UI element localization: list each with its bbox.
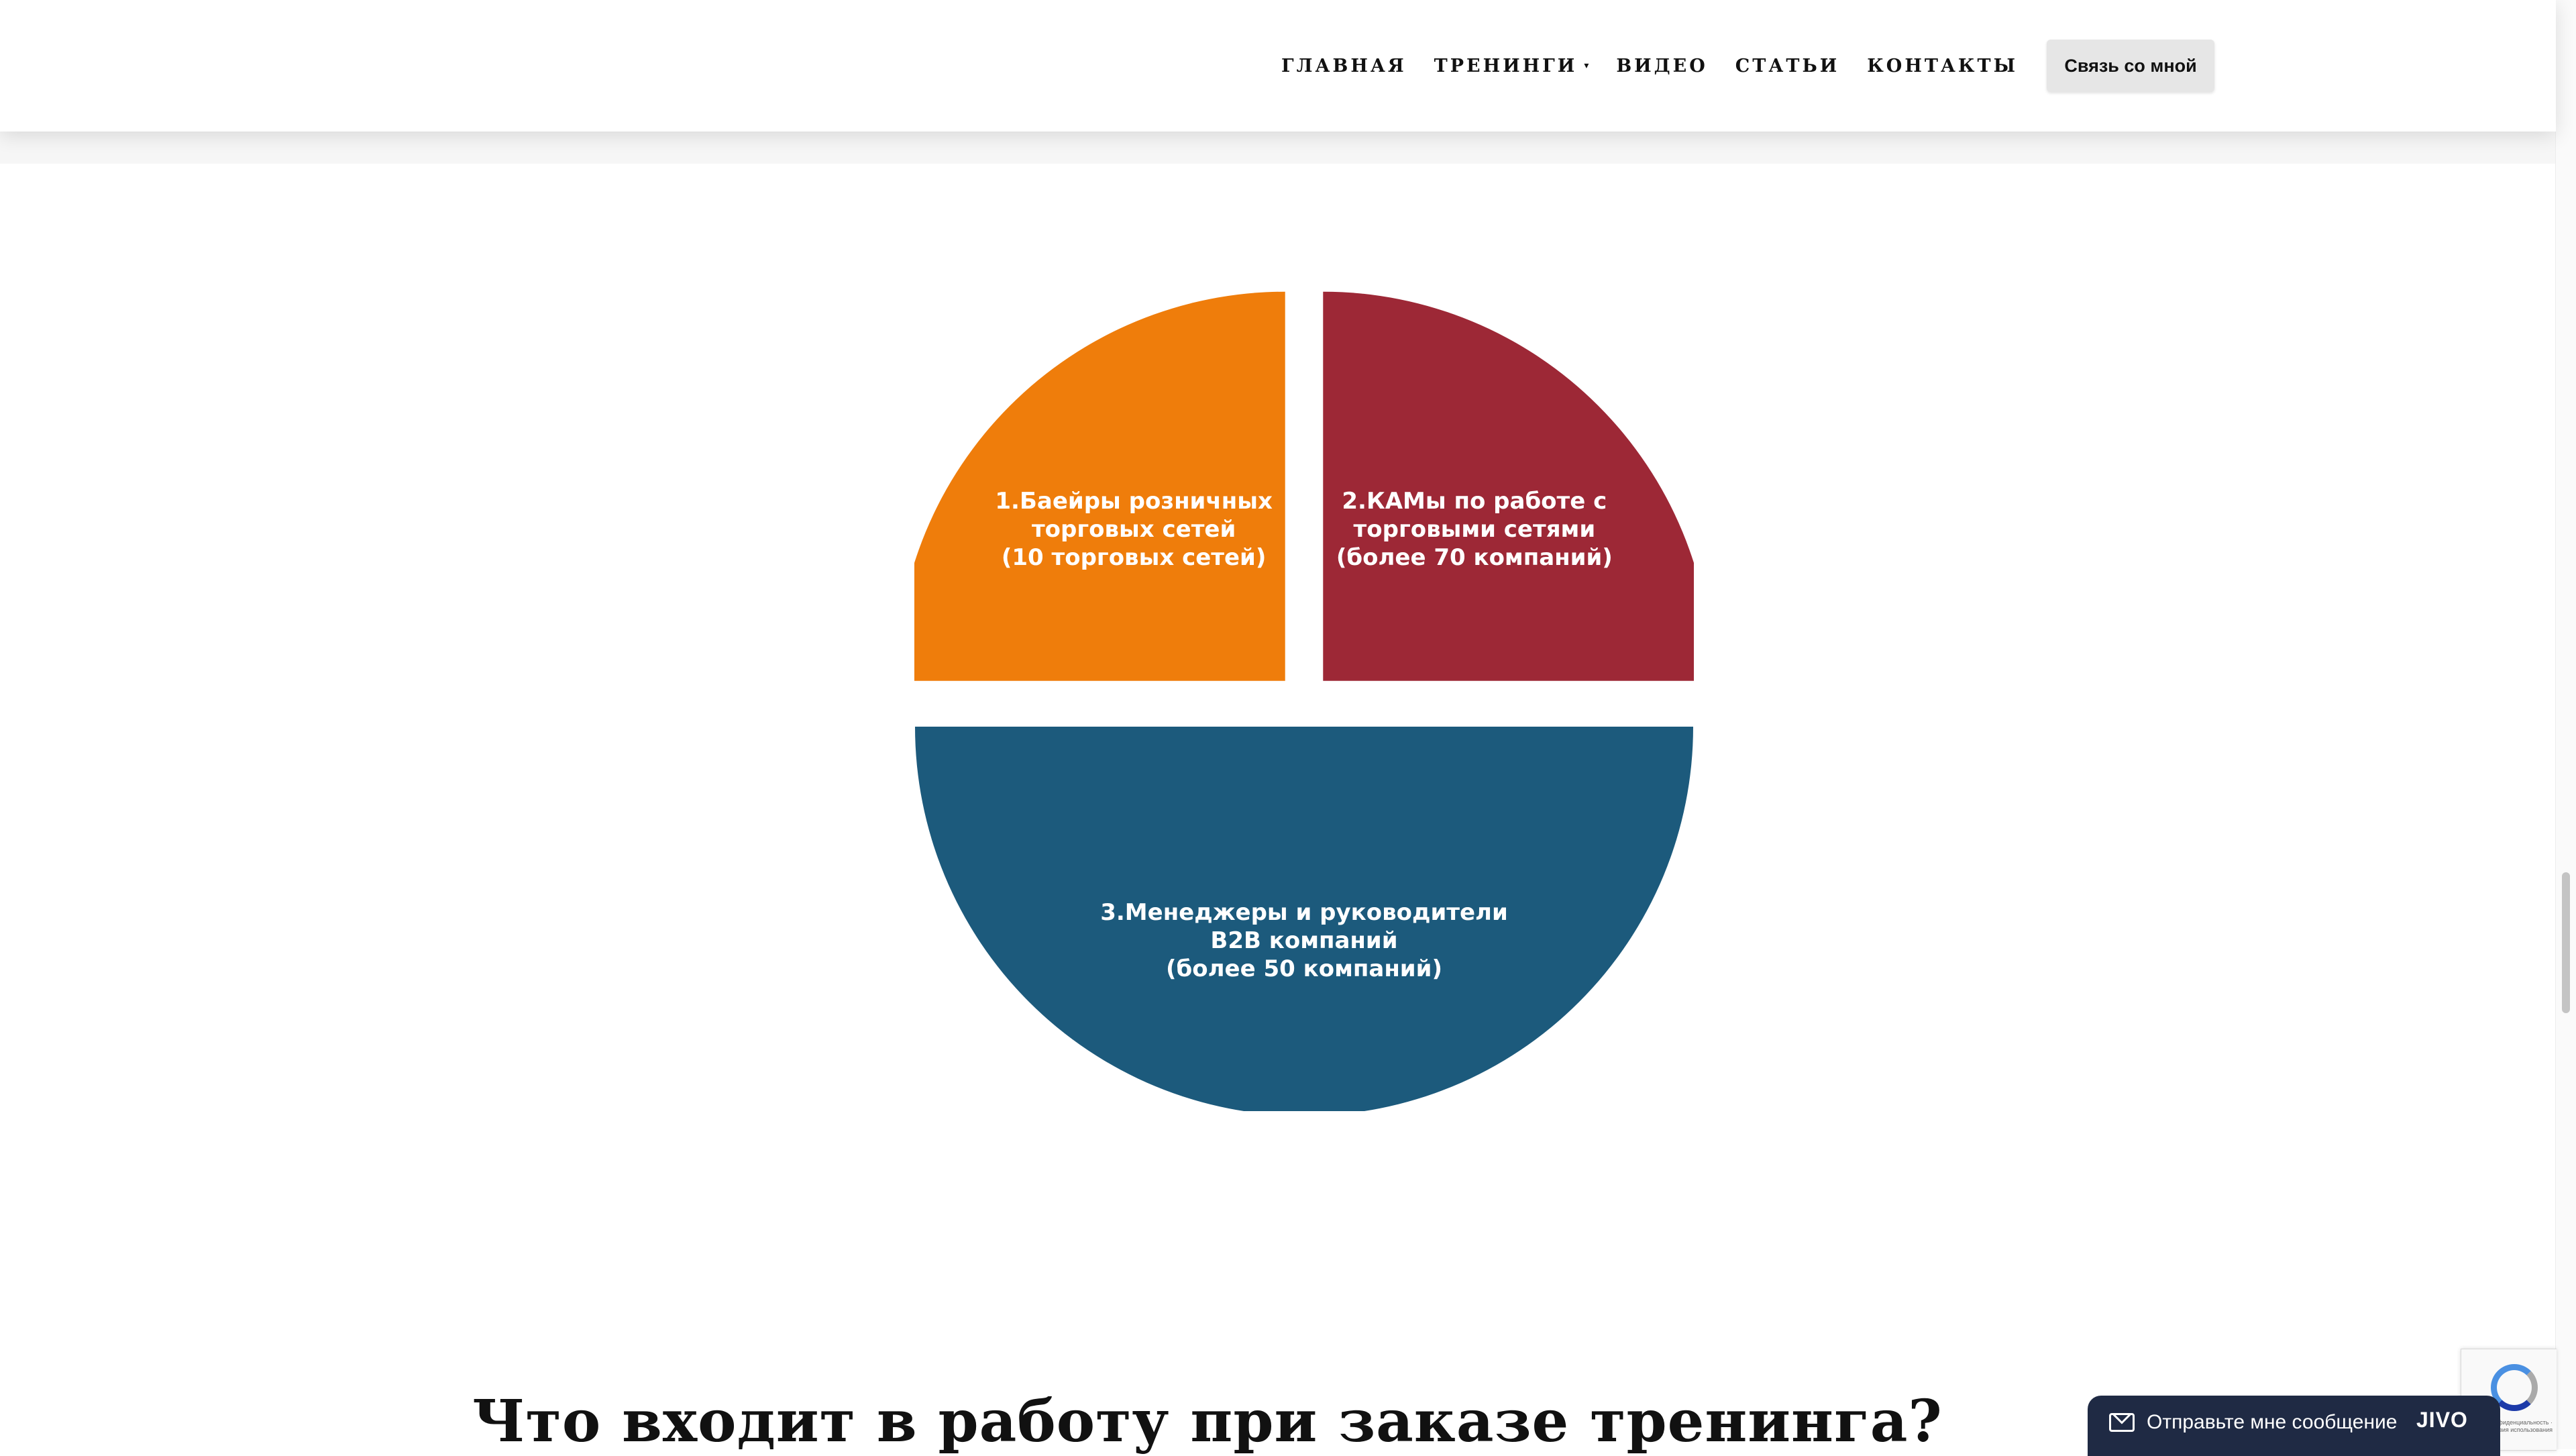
mail-icon: [2109, 1413, 2135, 1432]
nav-item-articles[interactable]: СТАТЬИ: [1735, 56, 1839, 76]
pie-slice-retail-buyers: [914, 291, 1285, 681]
segment-label-retail-buyers: 1.Баейры розничных торговых сетей (10 то…: [995, 488, 1273, 572]
nav-item-video[interactable]: ВИДЕО: [1616, 56, 1707, 76]
segment-label-b2b-managers: 3.Менеджеры и руководители B2B компаний …: [1100, 899, 1508, 982]
chat-widget-label: Отправьте мне сообщение: [2147, 1411, 2398, 1433]
nav-item-label: ГЛАВНАЯ: [1281, 55, 1407, 76]
nav-item-label: СТАТЬИ: [1735, 55, 1840, 76]
site-header: ГЛАВНАЯ ТРЕНИНГИ ▾ ВИДЕО СТАТЬИ КОНТАКТЫ…: [0, 0, 2556, 132]
chat-widget-button[interactable]: Отправьте мне сообщение JIVO: [2088, 1396, 2500, 1456]
header-shadow-band: [0, 132, 2556, 164]
nav-item-trainings[interactable]: ТРЕНИНГИ ▾: [1434, 56, 1589, 76]
contact-me-button[interactable]: Связь со мной: [2047, 40, 2215, 92]
audience-pie-chart: 1.Баейры розничных торговых сетей (10 то…: [914, 290, 1694, 1111]
section-heading: Что входит в работу при заказе тренинга?: [472, 1388, 1943, 1455]
jivo-logo: JIVO: [2416, 1408, 2468, 1432]
nav-item-contacts[interactable]: КОНТАКТЫ: [1867, 56, 2018, 76]
chevron-down-icon: ▾: [1584, 60, 1589, 71]
pie-chart-svg: [914, 291, 1694, 1111]
nav-item-label: ТРЕНИНГИ: [1434, 55, 1578, 76]
nav-item-home[interactable]: ГЛАВНАЯ: [1281, 56, 1407, 76]
page-scrollbar[interactable]: [2555, 0, 2576, 1449]
nav-item-label: ВИДЕО: [1616, 55, 1708, 76]
pie-slice-key-account-managers: [1323, 291, 1694, 681]
segment-label-key-account-managers: 2.КАМы по работе с торговыми сетями (бол…: [1336, 488, 1613, 572]
main-nav: ГЛАВНАЯ ТРЕНИНГИ ▾ ВИДЕО СТАТЬИ КОНТАКТЫ…: [1281, 39, 2215, 93]
nav-item-label: КОНТАКТЫ: [1867, 55, 2019, 76]
scrollbar-thumb[interactable]: [2562, 872, 2570, 1013]
